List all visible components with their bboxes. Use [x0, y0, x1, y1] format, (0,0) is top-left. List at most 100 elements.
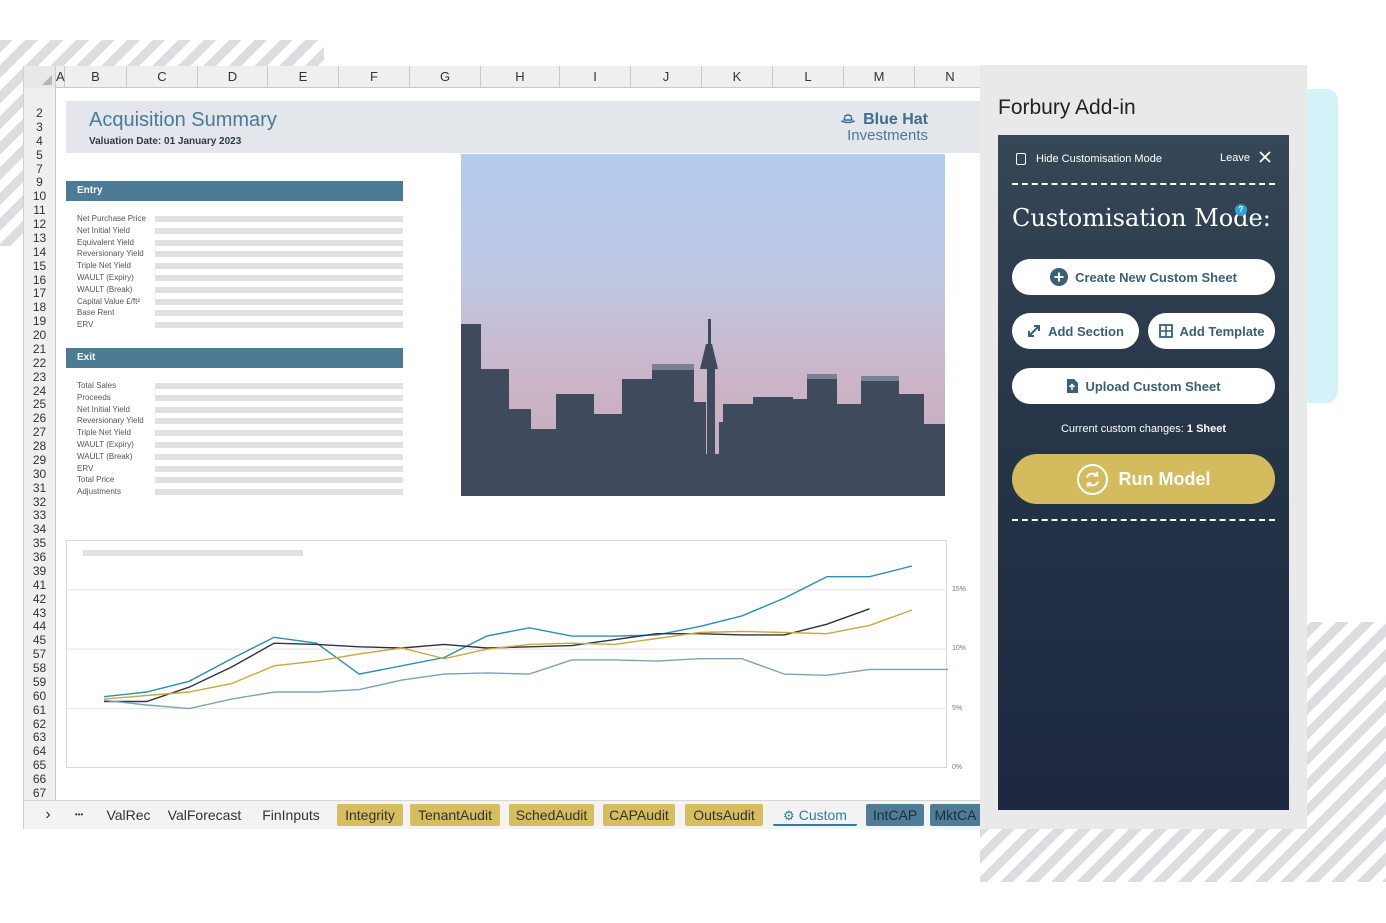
tab-fininputs[interactable]: FinInputs — [255, 804, 327, 826]
entry-field-value-bar — [155, 239, 403, 246]
row-header[interactable]: 41 — [24, 578, 55, 592]
row-header[interactable]: 26 — [24, 412, 55, 425]
tab-schedaudit[interactable]: SchedAudit — [509, 804, 594, 826]
entry-field-label: Reversionary Yield — [77, 249, 144, 259]
tab-valrec[interactable]: ValRec — [101, 804, 156, 826]
tab-more-button[interactable]: ••• — [64, 804, 94, 826]
close-icon[interactable] — [1257, 149, 1273, 165]
row-header[interactable]: 42 — [24, 592, 55, 606]
column-header-d[interactable]: D — [198, 66, 268, 88]
row-header[interactable]: 16 — [24, 273, 55, 287]
row-header[interactable]: 27 — [24, 426, 55, 439]
column-header-g[interactable]: G — [410, 66, 481, 88]
row-header[interactable]: 17 — [24, 287, 55, 300]
row-header[interactable]: 60 — [24, 689, 55, 703]
column-header-e[interactable]: E — [268, 66, 339, 88]
help-icon[interactable]: ? — [1235, 204, 1247, 216]
entry-field-value-bar — [155, 298, 403, 305]
row-header[interactable]: 59 — [24, 675, 55, 689]
hide-mode-icon[interactable] — [1016, 153, 1026, 165]
row-header[interactable]: 33 — [24, 509, 55, 522]
column-header-b[interactable]: B — [65, 66, 127, 88]
row-header[interactable]: 24 — [24, 384, 55, 398]
column-header-h[interactable]: H — [481, 66, 560, 88]
row-header[interactable]: 64 — [24, 745, 55, 758]
add-section-button[interactable]: Add Section — [1012, 313, 1139, 349]
hide-customisation-link[interactable]: Hide Customisation Mode — [1036, 153, 1162, 165]
column-header-f[interactable]: F — [339, 66, 410, 88]
tab-nav-next-button[interactable]: › — [38, 804, 58, 826]
tab-outsaudit[interactable]: OutsAudit — [685, 804, 763, 826]
y-tick-label: 0% — [952, 764, 963, 771]
row-header[interactable]: 58 — [24, 662, 55, 675]
row-header[interactable]: 62 — [24, 717, 55, 731]
tab-mktca[interactable]: MktCA — [930, 804, 980, 826]
column-header-k[interactable]: K — [702, 66, 773, 88]
row-header[interactable]: 15 — [24, 259, 55, 273]
column-header-j[interactable]: J — [631, 66, 702, 88]
row-header[interactable]: 43 — [24, 606, 55, 620]
add-template-button[interactable]: Add Template — [1148, 313, 1275, 349]
column-header-m[interactable]: M — [844, 66, 915, 88]
skyline-illustration — [461, 319, 945, 496]
create-custom-sheet-button[interactable]: Create New Custom Sheet — [1012, 259, 1275, 295]
row-header[interactable]: 25 — [24, 398, 55, 411]
tab-custom[interactable]: ⚙ Custom — [773, 804, 857, 826]
tab-capaudit[interactable]: CAPAudit — [603, 804, 675, 826]
row-header[interactable]: 22 — [24, 356, 55, 370]
tab-intcap[interactable]: IntCAP — [866, 804, 924, 826]
row-header[interactable]: 29 — [24, 453, 55, 467]
row-header[interactable]: 10 — [24, 190, 55, 203]
row-header[interactable]: 11 — [24, 204, 55, 217]
row-header[interactable]: 9 — [24, 176, 55, 189]
column-header-n[interactable]: N — [915, 66, 980, 88]
row-header[interactable]: 66 — [24, 773, 55, 786]
row-header[interactable]: 67 — [24, 787, 55, 800]
row-header[interactable]: 30 — [24, 467, 55, 481]
row-header[interactable]: 23 — [24, 370, 55, 384]
row-header[interactable]: 31 — [24, 481, 55, 495]
row-header[interactable]: 65 — [24, 759, 55, 772]
expand-arrows-icon — [1028, 325, 1041, 337]
run-model-button[interactable]: Run Model — [1012, 454, 1275, 504]
row-header[interactable]: 35 — [24, 537, 55, 550]
tab-integrity[interactable]: Integrity — [337, 804, 403, 826]
row-header[interactable]: 21 — [24, 342, 55, 356]
column-header-i[interactable]: I — [560, 66, 631, 88]
entry-field-value-bar — [155, 216, 403, 222]
row-header[interactable]: 57 — [24, 648, 55, 661]
exit-field-label: Reversionary Yield — [77, 416, 144, 426]
leave-link[interactable]: Leave — [1220, 152, 1250, 164]
row-header[interactable]: 2 — [24, 107, 55, 120]
row-header[interactable]: 14 — [24, 245, 55, 259]
row-header[interactable]: 3 — [24, 120, 55, 134]
divider-bottom — [1012, 519, 1275, 521]
row-header[interactable]: 5 — [24, 148, 55, 162]
row-header[interactable]: 7 — [24, 162, 55, 176]
row-header[interactable]: 32 — [24, 495, 55, 509]
entry-field-label: Net Initial Yield — [77, 225, 130, 235]
row-header[interactable]: 34 — [24, 523, 55, 536]
row-header[interactable]: 13 — [24, 231, 55, 245]
row-header[interactable]: 44 — [24, 620, 55, 633]
exit-field-label: Proceeds — [77, 392, 111, 402]
row-header[interactable]: 28 — [24, 440, 55, 453]
column-header-c[interactable]: C — [127, 66, 198, 88]
tab-tenantaudit[interactable]: TenantAudit — [410, 804, 500, 826]
row-header[interactable]: 39 — [24, 564, 55, 578]
row-header[interactable]: 63 — [24, 731, 55, 744]
row-header[interactable]: 18 — [24, 301, 55, 314]
row-header[interactable]: 12 — [24, 218, 55, 231]
row-header[interactable]: 19 — [24, 315, 55, 328]
column-header-l[interactable]: L — [773, 66, 844, 88]
row-header[interactable]: 20 — [24, 329, 55, 342]
row-header[interactable]: 45 — [24, 634, 55, 647]
row-header[interactable]: 61 — [24, 703, 55, 717]
tab-valforecast[interactable]: ValForecast — [163, 804, 246, 826]
series-line-3 — [103, 609, 913, 700]
row-header[interactable]: 4 — [24, 134, 55, 148]
select-all-corner[interactable] — [24, 66, 56, 88]
row-header[interactable]: 36 — [24, 551, 55, 564]
upload-custom-sheet-button[interactable]: Upload Custom Sheet — [1012, 368, 1275, 404]
column-header-a[interactable]: A — [56, 66, 65, 88]
